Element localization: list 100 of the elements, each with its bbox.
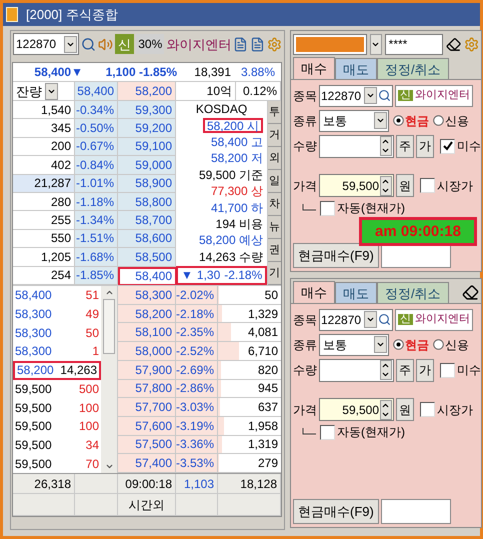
- unit-button[interactable]: 원: [396, 398, 414, 421]
- eraser-icon[interactable]: [446, 36, 461, 52]
- order-tab[interactable]: 매도: [335, 58, 377, 79]
- side-tab[interactable]: 일: [268, 170, 281, 193]
- account-field[interactable]: [293, 34, 367, 54]
- dropdown-button[interactable]: [374, 336, 387, 353]
- checkbox[interactable]: [420, 178, 435, 193]
- table-cell-text: 637: [258, 399, 278, 416]
- market-info: 59,500 기준: [198, 167, 263, 182]
- trade-tick: 58,300 50: [14, 324, 100, 342]
- search-icon[interactable]: [378, 89, 391, 102]
- side-tab[interactable]: 기: [268, 262, 281, 285]
- submit-button[interactable]: 현금매수(F9): [293, 242, 379, 268]
- unit-button[interactable]: 원: [396, 174, 414, 197]
- table-cell: [75, 494, 118, 516]
- trade-tick: 59,500 34: [14, 436, 100, 454]
- price-field[interactable]: 59,500: [319, 174, 394, 197]
- dropdown-button[interactable]: [364, 87, 377, 104]
- order-type-select[interactable]: 보통: [319, 110, 389, 132]
- table-cell: -3.19%: [176, 416, 218, 436]
- side-tab[interactable]: 뉴: [268, 216, 281, 239]
- checkbox[interactable]: [320, 424, 335, 440]
- order-tab[interactable]: 매도: [335, 282, 377, 303]
- clock-display: am 09:00:18: [359, 217, 477, 246]
- stock-code-field[interactable]: 122870: [319, 308, 393, 330]
- dropdown-button[interactable]: [64, 36, 78, 52]
- stock-code-field[interactable]: 122870: [319, 84, 393, 106]
- quantity-field[interactable]: [319, 358, 394, 382]
- radio-option[interactable]: 신용: [433, 114, 469, 126]
- scroll-thumb[interactable]: [103, 299, 115, 354]
- table-cell: 59,100: [118, 138, 176, 156]
- table-cell: 1,205: [13, 248, 75, 267]
- checkbox[interactable]: [420, 402, 435, 417]
- app-icon: [6, 7, 18, 22]
- table-cell-text: 1,329: [248, 306, 278, 322]
- order-tab[interactable]: 정정/취소: [377, 58, 449, 79]
- table-cell: -0.34%: [75, 101, 118, 120]
- caret-icon: [366, 315, 375, 324]
- dropdown-button[interactable]: [45, 82, 58, 100]
- spinner[interactable]: [380, 360, 392, 380]
- trade-tick: 59,500 100: [14, 400, 100, 417]
- checkbox[interactable]: [440, 362, 455, 378]
- scroll-down-icon[interactable]: [104, 462, 114, 471]
- checkbox[interactable]: [320, 200, 335, 216]
- unit-button[interactable]: 가: [416, 134, 434, 158]
- table-cell: 200: [13, 138, 75, 156]
- side-tab[interactable]: 투: [268, 101, 281, 124]
- order-tab[interactable]: 정정/취소: [377, 282, 449, 303]
- unit-button[interactable]: 가: [416, 358, 434, 382]
- stock-name: 와이지엔터: [415, 90, 470, 101]
- password-field[interactable]: ****: [384, 34, 443, 54]
- margin-rate: 30%: [136, 34, 164, 54]
- side-tab[interactable]: 외: [268, 147, 281, 170]
- table-cell: -1.85%: [75, 266, 118, 285]
- table-cell: 59,200: [118, 119, 176, 138]
- order-tab[interactable]: 매수: [293, 57, 335, 79]
- side-tab[interactable]: 차: [268, 193, 281, 216]
- stock-name: 와이지엔터: [415, 314, 470, 325]
- dropdown-button[interactable]: [370, 34, 382, 54]
- field-label: 종목: [293, 90, 317, 102]
- scrollbar[interactable]: [101, 286, 117, 473]
- table-cell-text: 6,710: [248, 342, 278, 360]
- eraser-icon[interactable]: [462, 284, 479, 301]
- order-type-select[interactable]: 보통: [319, 334, 389, 356]
- table-cell: 58,400: [75, 82, 118, 101]
- table-cell: -3.53%: [176, 454, 218, 474]
- spinner[interactable]: [380, 400, 392, 420]
- table-cell: -3.03%: [176, 398, 218, 417]
- table-cell-text: 1,958: [248, 418, 278, 435]
- submit-button[interactable]: 현금매수(F9): [293, 498, 379, 524]
- scroll-up-icon[interactable]: [104, 288, 114, 297]
- dropdown-button[interactable]: [364, 311, 377, 328]
- market-info: 194 비용: [216, 216, 263, 232]
- price-field[interactable]: 59,500: [319, 398, 394, 421]
- spinner[interactable]: [380, 176, 392, 196]
- order-tab[interactable]: 매수: [293, 281, 335, 303]
- table-cell: 59,300: [118, 101, 176, 120]
- spinner[interactable]: [380, 136, 392, 156]
- document-icon[interactable]: [250, 36, 266, 52]
- table-cell: 58,600: [118, 230, 176, 248]
- dropdown-button[interactable]: [374, 112, 387, 129]
- radio-option[interactable]: 신용: [433, 338, 469, 350]
- unit-button[interactable]: 주: [396, 134, 414, 158]
- table-cell: 58,200: [118, 304, 176, 324]
- stock-code-field[interactable]: 122870: [13, 33, 80, 55]
- checkbox[interactable]: [440, 138, 455, 154]
- document-icon[interactable]: [233, 36, 248, 52]
- table-cell: [176, 494, 218, 516]
- trade-tick: 59,500 500: [14, 380, 100, 398]
- side-tab[interactable]: 권: [268, 239, 281, 262]
- side-tab[interactable]: 거: [268, 124, 281, 147]
- table-cell: 58,400: [118, 266, 176, 285]
- market-info: 41,700 하: [210, 200, 263, 216]
- account-value: [296, 36, 364, 52]
- quantity-field[interactable]: [319, 134, 394, 158]
- search-icon[interactable]: [81, 36, 96, 52]
- checkbox-label: 미수: [457, 140, 481, 152]
- table-cell: 57,700: [118, 398, 176, 417]
- search-icon[interactable]: [378, 313, 391, 326]
- unit-button[interactable]: 주: [396, 358, 414, 382]
